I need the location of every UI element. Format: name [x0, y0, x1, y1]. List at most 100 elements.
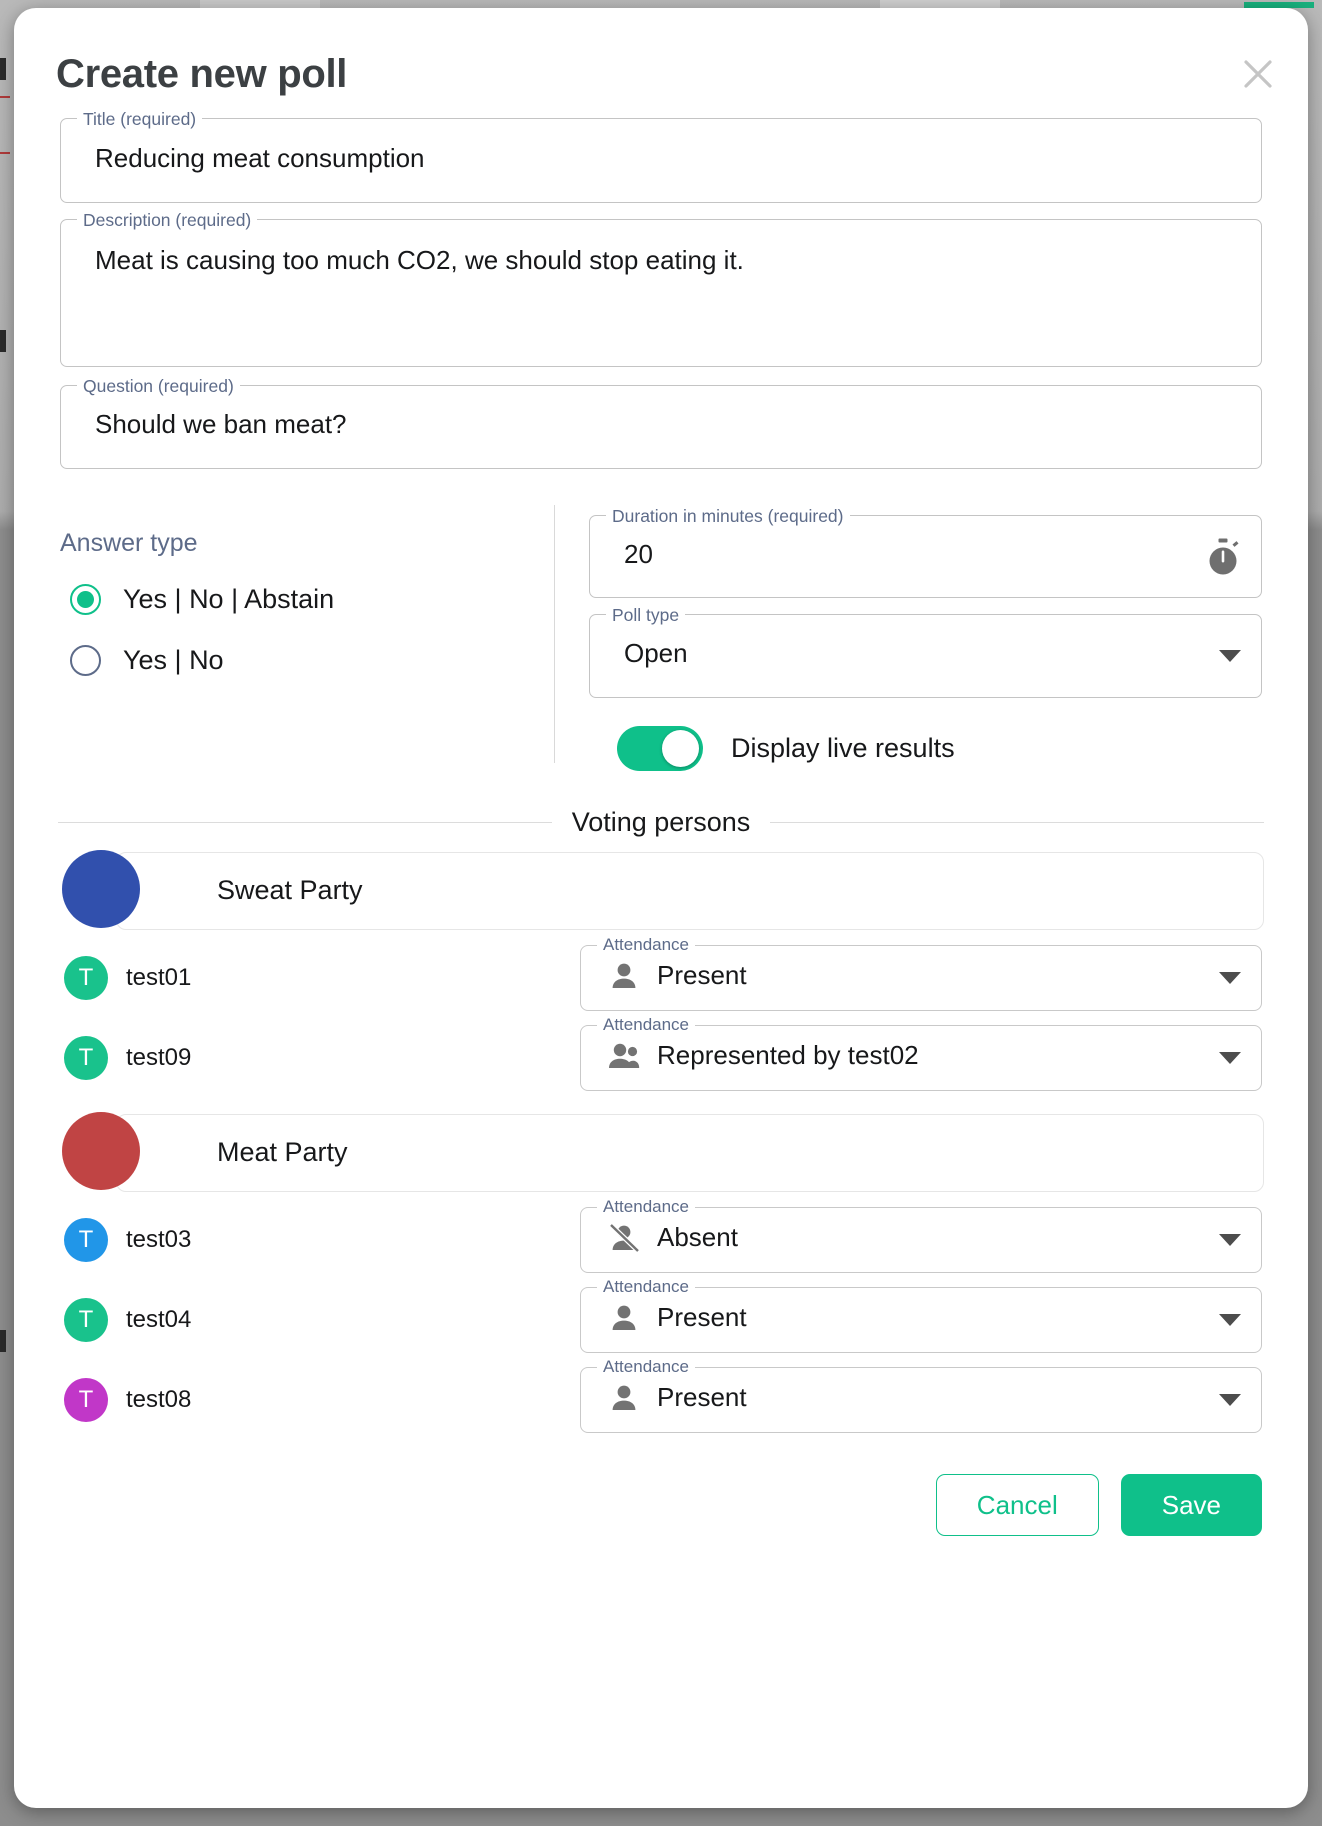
person-off-icon [607, 1222, 641, 1253]
attendance-wrap: Attendance Represented by test02 [578, 1014, 1264, 1091]
radio-yes-no-label: Yes | No [123, 644, 224, 675]
poll-options-group: Duration in minutes (required) 20 Poll t… [555, 497, 1264, 771]
radio-yes-no[interactable]: Yes | No [58, 644, 554, 676]
person-identity: T test03 [58, 1217, 578, 1262]
person-identity: T test04 [58, 1297, 578, 1342]
person-name: test03 [126, 1225, 192, 1253]
chevron-down-icon[interactable] [1219, 650, 1241, 663]
person-name: test04 [126, 1305, 192, 1333]
duration-field[interactable]: Duration in minutes (required) 20 [589, 504, 1262, 599]
page-title: Create new poll [56, 52, 348, 96]
attendance-wrap: Attendance Present [578, 1276, 1264, 1353]
dialog-footer: Cancel Save [14, 1440, 1308, 1536]
avatar: T [64, 1377, 108, 1422]
person-icon [607, 961, 641, 991]
close-icon[interactable] [1238, 54, 1278, 94]
dialog-body: Title (required) Reducing meat consumpti… [14, 108, 1308, 1440]
list-item: T test03 Attendance Absent [58, 1196, 1264, 1280]
attendance-select[interactable]: Attendance Present [580, 1276, 1262, 1353]
radio-button-icon[interactable] [70, 644, 101, 676]
save-button[interactable]: Save [1120, 1473, 1262, 1536]
party-name[interactable]: Sweat Party [116, 851, 1264, 930]
description-field[interactable]: Description (required) Meat is causing t… [60, 209, 1262, 368]
backdrop-mark [0, 152, 10, 154]
backdrop-tick [0, 1330, 6, 1352]
cancel-button[interactable]: Cancel [935, 1473, 1099, 1536]
description-field-label: Description (required) [77, 209, 258, 232]
question-field[interactable]: Question (required) Should we ban meat? [60, 375, 1262, 469]
backdrop-tick [0, 58, 6, 80]
person-identity: T test01 [58, 955, 578, 1000]
list-item: T test01 Attendance Present [58, 934, 1264, 1018]
people-icon [607, 1041, 641, 1071]
answer-type-label: Answer type [60, 528, 198, 557]
list-item: T test08 Attendance Present [58, 1356, 1264, 1440]
radio-yes-no-abstain[interactable]: Yes | No | Abstain [58, 583, 554, 615]
divider-right [770, 821, 1264, 823]
create-poll-dialog: Create new poll Title (required) Reducin… [14, 8, 1308, 1808]
attendance-select[interactable]: Attendance Represented by test02 [580, 1014, 1262, 1091]
question-field-label: Question (required) [77, 375, 240, 398]
title-input[interactable]: Reducing meat consumption [73, 125, 1249, 193]
chevron-down-icon[interactable] [1219, 1233, 1241, 1246]
attendance-label: Attendance [597, 1356, 696, 1377]
avatar: T [64, 1217, 108, 1262]
list-item: T test04 Attendance Present [58, 1276, 1264, 1360]
avatar: T [64, 1297, 108, 1342]
divider-left [58, 821, 552, 823]
person-icon [607, 1383, 641, 1413]
voting-persons-label: Voting persons [571, 806, 751, 837]
attendance-wrap: Attendance Present [578, 1356, 1264, 1433]
attendance-value: Absent [657, 1222, 738, 1253]
backdrop-mark [0, 96, 10, 98]
attendance-label: Attendance [597, 1276, 696, 1297]
title-field[interactable]: Title (required) Reducing meat consumpti… [60, 108, 1262, 204]
attendance-wrap: Attendance Present [578, 934, 1264, 1011]
live-results-row: Display live results [587, 725, 1264, 771]
chevron-down-icon[interactable] [1219, 1051, 1241, 1064]
dialog-header: Create new poll [14, 8, 1308, 118]
display-live-results-label: Display live results [731, 732, 955, 763]
avatar: T [64, 955, 108, 1000]
party-row[interactable]: Sweat Party [58, 849, 1264, 930]
party-name[interactable]: Meat Party [116, 1113, 1264, 1192]
attendance-select[interactable]: Attendance Present [580, 1356, 1262, 1433]
attendance-select[interactable]: Attendance Present [580, 934, 1262, 1011]
party-avatar [62, 849, 140, 928]
title-field-label: Title (required) [77, 108, 203, 130]
attendance-value: Represented by test02 [657, 1040, 919, 1071]
question-input[interactable]: Should we ban meat? [73, 392, 1249, 458]
poll-type-field-label: Poll type [606, 604, 686, 627]
voting-persons-legend: Voting persons [58, 807, 1264, 838]
attendance-label: Attendance [597, 934, 696, 955]
attendance-label: Attendance [597, 1196, 696, 1217]
attendance-select[interactable]: Attendance Absent [580, 1196, 1262, 1273]
poll-type-value[interactable]: Open [602, 621, 1249, 687]
display-live-results-toggle[interactable] [617, 725, 703, 771]
person-identity: T test08 [58, 1377, 578, 1422]
chevron-down-icon[interactable] [1219, 1313, 1241, 1326]
answer-type-group: Answer type Yes | No | Abstain Yes | No [58, 497, 554, 771]
attendance-value: Present [657, 1302, 747, 1333]
attendance-wrap: Attendance Absent [578, 1196, 1264, 1273]
chevron-down-icon[interactable] [1219, 971, 1241, 984]
person-name: test01 [126, 963, 192, 991]
duration-field-label: Duration in minutes (required) [606, 504, 850, 527]
person-icon [607, 1303, 641, 1333]
chevron-down-icon[interactable] [1219, 1393, 1241, 1406]
person-name: test08 [126, 1385, 192, 1413]
poll-type-field[interactable]: Poll type Open [589, 604, 1262, 698]
duration-input[interactable]: 20 [602, 522, 1249, 588]
poll-settings-section: Answer type Yes | No | Abstain Yes | No … [58, 497, 1264, 781]
attendance-value: Present [657, 960, 747, 991]
attendance-value: Present [657, 1382, 747, 1413]
radio-button-icon[interactable] [70, 583, 101, 615]
person-name: test09 [126, 1043, 192, 1071]
person-identity: T test09 [58, 1035, 578, 1080]
avatar: T [64, 1035, 108, 1080]
party-avatar [62, 1111, 140, 1190]
party-row[interactable]: Meat Party [58, 1111, 1264, 1192]
list-item: T test09 Attendance Represented by test0… [58, 1014, 1264, 1098]
description-input[interactable]: Meat is causing too much CO2, we should … [73, 226, 1249, 276]
toggle-knob [662, 729, 699, 767]
